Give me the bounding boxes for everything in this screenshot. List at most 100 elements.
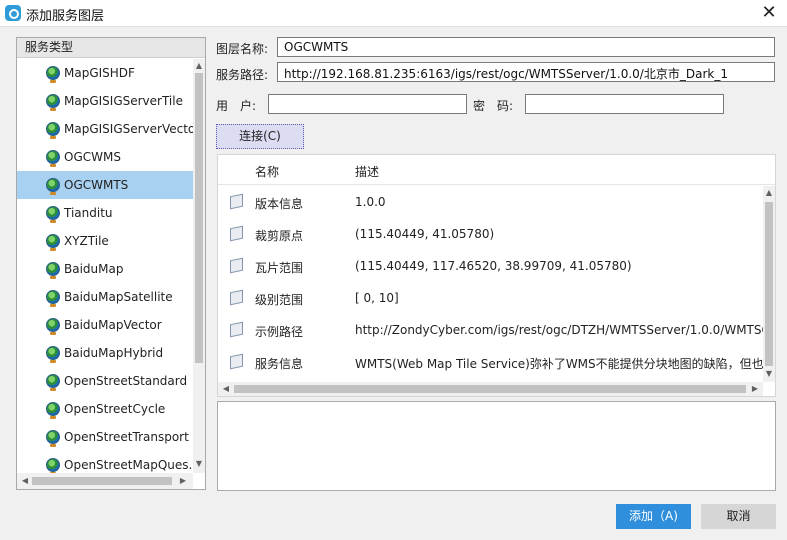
cancel-button[interactable]: 取消 [701, 504, 776, 529]
globe-icon [46, 374, 60, 391]
service-type-label: OpenStreetCycle [64, 402, 166, 416]
scrollbar-thumb[interactable] [32, 477, 172, 485]
service-type-item[interactable]: MapGISHDF [17, 59, 193, 87]
service-type-label: OpenStreetStandard [64, 374, 188, 388]
table-row[interactable]: 版本信息 1.0.0 [218, 186, 763, 218]
service-type-item[interactable]: MapGISIGServerTile [17, 87, 193, 115]
scroll-right-arrow-icon[interactable]: ▶ [177, 476, 189, 485]
service-type-list: MapGISHDF MapGISIGServerTile MapGISIGServe… [17, 59, 193, 473]
service-type-panel: 服务类型 MapGISHDF MapGISIGServerTile MapGISIG… [16, 37, 206, 490]
globe-icon [46, 318, 60, 335]
password-label: 密 码: [473, 99, 514, 113]
service-type-item[interactable]: MapGISIGServerVector [17, 115, 193, 143]
globe-icon [46, 150, 60, 167]
row-name-cell: 瓦片范围 [255, 261, 304, 275]
table-row[interactable]: 级别范围 [ 0, 10] [218, 282, 763, 314]
table-header: 名称 描述 [218, 155, 775, 185]
scrollbar-thumb[interactable] [195, 73, 203, 363]
row-description-cell: WMTS(Web Map Tile Service)弥补了WMS不能提供分块地图… [355, 357, 763, 371]
service-type-item[interactable]: BaiduMapVector [17, 311, 193, 339]
service-type-label: MapGISIGServerVector [64, 122, 193, 136]
service-type-item[interactable]: OpenStreetMapQues... [17, 451, 193, 473]
scroll-down-arrow-icon[interactable]: ▼ [763, 369, 775, 378]
service-path-field[interactable]: http://192.168.81.235:6163/igs/rest/ogc/… [277, 62, 775, 82]
scroll-up-arrow-icon[interactable]: ▲ [193, 61, 205, 70]
connect-button[interactable]: 连接(C) [216, 124, 304, 149]
column-header-description[interactable]: 描述 [355, 163, 379, 180]
service-type-item[interactable]: BaiduMap [17, 255, 193, 283]
row-description-cell: (115.40449, 41.05780) [355, 227, 495, 241]
service-type-label: BaiduMapHybrid [64, 346, 164, 360]
globe-icon [46, 290, 60, 307]
globe-icon [46, 346, 60, 363]
user-field[interactable] [268, 94, 467, 114]
table-body: 版本信息 1.0.0 裁剪原点 (115.40449, 41.05780) 瓦片范围 (1… [218, 186, 763, 382]
row-name-cell: 服务信息 [255, 357, 304, 371]
globe-icon [46, 206, 60, 223]
globe-icon [46, 262, 60, 279]
scroll-up-arrow-icon[interactable]: ▲ [763, 188, 775, 197]
service-type-label: BaiduMapSatellite [64, 290, 173, 304]
service-type-item[interactable]: OpenStreetCycle [17, 395, 193, 423]
service-type-label: Tianditu [64, 206, 113, 220]
column-header-name[interactable]: 名称 [255, 163, 279, 180]
window-title: 添加服务图层 [26, 9, 105, 24]
globe-icon [46, 402, 60, 419]
row-description-cell: http://ZondyCyber.com/igs/rest/ogc/DTZH/… [355, 323, 763, 337]
scroll-right-arrow-icon[interactable]: ▶ [749, 384, 761, 393]
service-list-vertical-scrollbar[interactable]: ▲ ▼ [193, 59, 205, 473]
layer-name-label: 图层名称: [216, 42, 269, 56]
row-description-cell: 1.0.0 [355, 195, 386, 209]
service-type-item[interactable]: OGCWMTS [17, 171, 193, 199]
service-type-item[interactable]: BaiduMapHybrid [17, 339, 193, 367]
globe-icon [46, 430, 60, 447]
table-row[interactable]: 服务信息 WMTS(Web Map Tile Service)弥补了WMS不能提供… [218, 346, 763, 378]
info-cube-icon [230, 225, 243, 242]
table-vertical-scrollbar[interactable]: ▲ ▼ [763, 186, 775, 382]
row-name-cell: 版本信息 [255, 197, 304, 211]
app-logo-icon [5, 5, 21, 21]
service-type-item[interactable]: Tianditu [17, 199, 193, 227]
info-cube-icon [230, 289, 243, 306]
service-type-item[interactable]: XYZTile [17, 227, 193, 255]
service-type-label: MapGISHDF [64, 66, 135, 80]
table-row[interactable]: 示例路径 http://ZondyCyber.com/igs/rest/ogc/D… [218, 314, 763, 346]
service-type-label: MapGISIGServerTile [64, 94, 183, 108]
service-type-label: OpenStreetTransport [64, 430, 189, 444]
service-type-item[interactable]: OpenStreetTransport [17, 423, 193, 451]
service-type-label: BaiduMapVector [64, 318, 162, 332]
description-box [217, 401, 776, 491]
service-path-label: 服务路径: [216, 68, 269, 82]
row-name-cell: 裁剪原点 [255, 229, 304, 243]
service-type-item[interactable]: BaiduMapSatellite [17, 283, 193, 311]
scrollbar-thumb[interactable] [234, 385, 746, 393]
globe-icon [46, 234, 60, 251]
row-description-cell: (115.40449, 117.46520, 38.99709, 41.0578… [355, 259, 632, 273]
scrollbar-thumb[interactable] [765, 202, 773, 366]
scroll-left-arrow-icon[interactable]: ◀ [220, 384, 232, 393]
info-cube-icon [230, 257, 243, 274]
service-type-label: XYZTile [64, 234, 109, 248]
scroll-down-arrow-icon[interactable]: ▼ [193, 459, 205, 468]
table-row[interactable]: 瓦片范围 (115.40449, 117.46520, 38.99709, 41.… [218, 250, 763, 282]
globe-icon [46, 66, 60, 83]
row-name-cell: 示例路径 [255, 325, 304, 339]
password-field[interactable] [525, 94, 724, 114]
row-description-cell: [ 0, 10] [355, 291, 399, 305]
service-list-horizontal-scrollbar[interactable]: ◀ ▶ [17, 473, 193, 489]
add-button[interactable]: 添加（A) [616, 504, 691, 529]
row-name-cell: 级别范围 [255, 293, 304, 307]
service-type-header: 服务类型 [17, 38, 205, 58]
scroll-left-arrow-icon[interactable]: ◀ [19, 476, 31, 485]
globe-icon [46, 458, 60, 473]
close-button[interactable]: ✕ [757, 2, 781, 24]
service-type-item[interactable]: OpenStreetStandard [17, 367, 193, 395]
service-type-label: OGCWMS [64, 150, 121, 164]
table-horizontal-scrollbar[interactable]: ◀ ▶ [218, 382, 763, 396]
info-cube-icon [230, 193, 243, 210]
info-cube-icon [230, 353, 243, 370]
service-type-item[interactable]: OGCWMS [17, 143, 193, 171]
globe-icon [46, 94, 60, 111]
layer-name-field[interactable]: OGCWMTS [277, 37, 775, 57]
table-row[interactable]: 裁剪原点 (115.40449, 41.05780) [218, 218, 763, 250]
